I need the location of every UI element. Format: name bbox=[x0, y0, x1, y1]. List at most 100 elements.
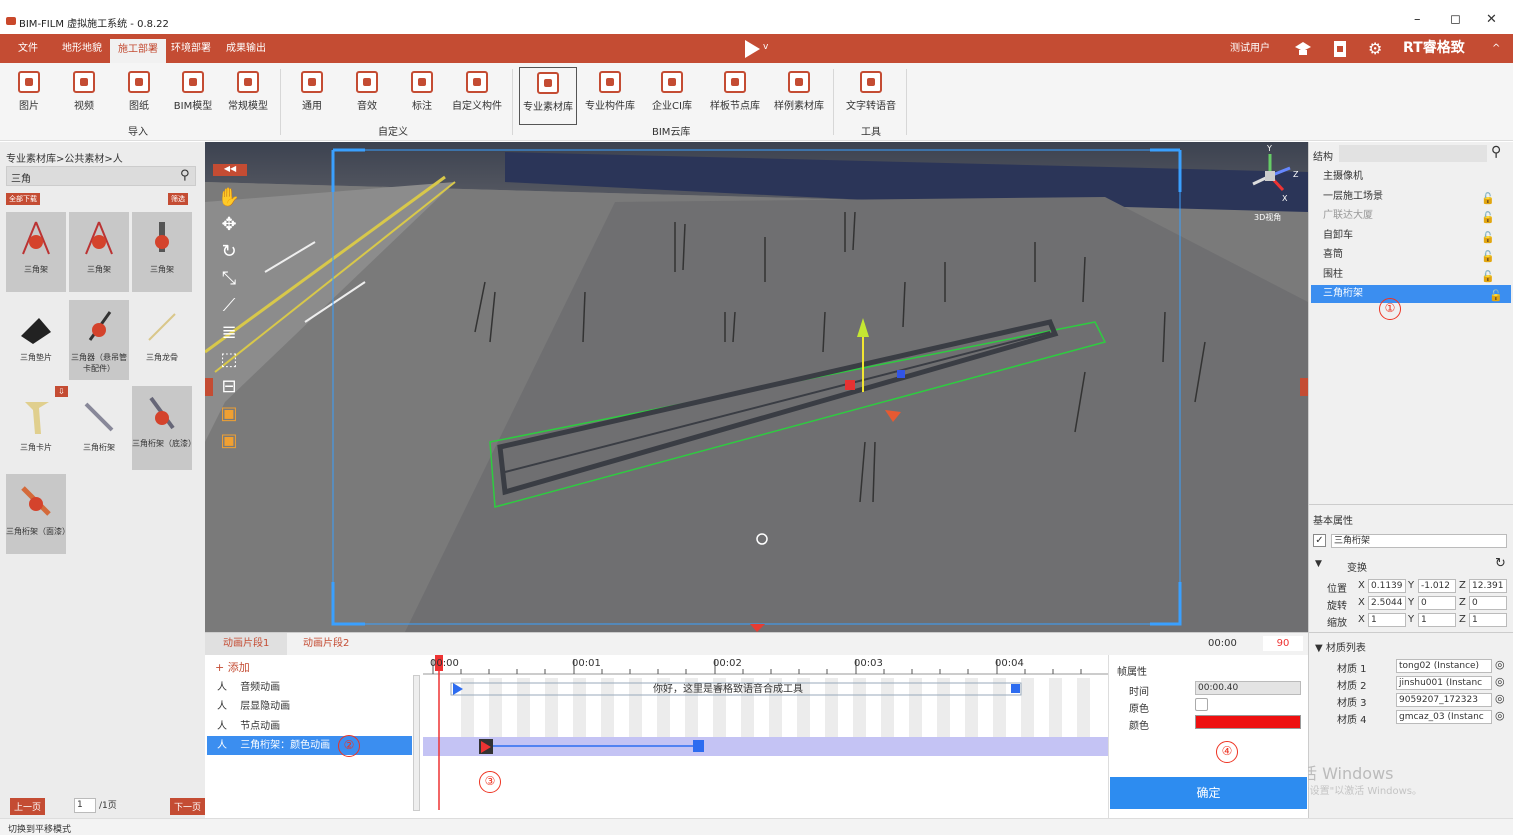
download-all-button[interactable]: 全部下载 bbox=[6, 193, 40, 205]
tool-node-library[interactable]: 样板节点库 bbox=[706, 71, 764, 112]
search-icon[interactable]: ⚲ bbox=[180, 168, 190, 183]
tool-professional-library[interactable]: 专业素材库 bbox=[519, 67, 577, 125]
frame-count-input[interactable]: 90 bbox=[1263, 636, 1303, 651]
material-1-field[interactable]: tong02 (Instance) bbox=[1396, 659, 1492, 673]
reset-icon[interactable]: ↻ bbox=[1495, 556, 1506, 571]
material-2-field[interactable]: jinshu001 (Instanc bbox=[1396, 676, 1492, 690]
orig-color-checkbox[interactable] bbox=[1195, 698, 1208, 711]
graduation-cap-icon[interactable] bbox=[1295, 41, 1311, 57]
tool-image[interactable]: 图片 bbox=[0, 71, 58, 112]
layers-icon[interactable]: ≣ bbox=[215, 319, 243, 346]
close-button[interactable]: ✕ bbox=[1486, 12, 1497, 27]
asset-item[interactable]: 三角龙骨 bbox=[132, 300, 192, 380]
menu-construction[interactable]: 施工部署 bbox=[110, 39, 166, 63]
scale-z-input[interactable]: 1 bbox=[1469, 613, 1507, 627]
position-y-input[interactable]: -1.012 bbox=[1418, 579, 1456, 593]
collapse-icon[interactable]: ^ bbox=[1492, 34, 1500, 63]
rotation-x-input[interactable]: 2.5044 bbox=[1368, 596, 1406, 610]
move-icon[interactable]: ✥ bbox=[215, 211, 243, 238]
maximize-button[interactable]: ◻ bbox=[1450, 12, 1461, 27]
tool-bim-model[interactable]: BIM模型 bbox=[164, 71, 222, 112]
material-3-field[interactable]: 9059207_172323 bbox=[1396, 693, 1492, 707]
tree-item-cylinder[interactable]: 喜筒 🔓 bbox=[1323, 246, 1503, 264]
tree-item-column[interactable]: 围柱 🔓 bbox=[1323, 266, 1503, 284]
track-layer-visibility[interactable]: 人 层显隐动画 bbox=[217, 697, 412, 716]
asset-item[interactable]: 三角架 bbox=[132, 212, 192, 292]
tree-item-truck[interactable]: 自卸车 🔓 bbox=[1323, 227, 1503, 245]
lock-icon[interactable]: 🔓 bbox=[1481, 190, 1495, 208]
tab-clip-2[interactable]: 动画片段2 bbox=[285, 633, 367, 655]
asset-item[interactable]: 三角桁架（底漆） bbox=[132, 386, 196, 470]
minimize-button[interactable]: – bbox=[1414, 12, 1421, 27]
collapse-tools-button[interactable]: ◀◀ bbox=[213, 164, 247, 176]
tool-custom-component[interactable]: 自定义构件 bbox=[448, 71, 506, 112]
3d-viewport[interactable]: ◀◀ ✋ ✥ ↻ ⤡ ⟋ ≣ ⬚ ⊟ ▣ ▣ Y Z X 3D视角 bbox=[205, 142, 1308, 632]
left-collapse-handle[interactable] bbox=[205, 378, 213, 396]
tree-item-building[interactable]: 广联达大厦 🔓 bbox=[1323, 207, 1503, 225]
menu-output[interactable]: 成果输出 bbox=[218, 34, 274, 63]
menu-file[interactable]: 文件 bbox=[10, 34, 46, 63]
group-select-icon[interactable]: ▣ bbox=[215, 427, 243, 454]
hand-icon[interactable]: ✋ bbox=[215, 184, 243, 211]
next-page-button[interactable]: 下一页 bbox=[170, 798, 205, 815]
object-name-input[interactable]: 三角桁架 bbox=[1331, 534, 1507, 548]
material-picker-icon[interactable]: ◎ bbox=[1495, 692, 1505, 705]
select-box-icon[interactable]: ▣ bbox=[215, 400, 243, 427]
right-collapse-handle[interactable] bbox=[1300, 378, 1308, 396]
time-input[interactable]: 00:00.40 bbox=[1195, 681, 1301, 695]
filter-button[interactable]: 筛选 bbox=[168, 193, 188, 205]
tool-ci-library[interactable]: 企业CI库 bbox=[643, 71, 701, 112]
prev-page-button[interactable]: 上一页 bbox=[10, 798, 46, 815]
search-input[interactable]: 三角 bbox=[6, 166, 196, 186]
asset-item[interactable]: 三角垫片 bbox=[6, 300, 66, 380]
confirm-button[interactable]: 确定 bbox=[1110, 777, 1307, 809]
visible-checkbox[interactable]: ✓ bbox=[1313, 534, 1326, 547]
page-input[interactable]: 1 bbox=[74, 798, 96, 813]
track-truss-color[interactable]: 人 三角桁架：颜色动画 bbox=[207, 736, 412, 755]
gear-icon[interactable]: ⚙ bbox=[1368, 34, 1382, 63]
lock-icon[interactable]: 🔓 bbox=[1481, 268, 1495, 286]
scale-icon[interactable]: ⤡ bbox=[215, 265, 243, 292]
tree-item-camera[interactable]: 主摄像机 bbox=[1323, 168, 1503, 186]
measure-icon[interactable]: ⟋ bbox=[215, 292, 243, 319]
materials-title[interactable]: ▼ 材质列表 bbox=[1315, 639, 1366, 654]
asset-item[interactable]: 三角架 bbox=[6, 212, 66, 292]
frame-icon[interactable]: ⬚ bbox=[215, 346, 243, 373]
play-dropdown-icon[interactable]: v bbox=[763, 42, 768, 52]
tool-sound[interactable]: 音效 bbox=[338, 71, 396, 112]
tree-item-truss[interactable]: 三角桁架 🔓 bbox=[1311, 285, 1511, 303]
asset-item[interactable]: 三角器（悬吊管卡配件） bbox=[69, 300, 129, 380]
lock-icon[interactable]: 🔓 bbox=[1481, 248, 1495, 266]
scale-y-input[interactable]: 1 bbox=[1418, 613, 1456, 627]
asset-item[interactable]: 三角卡片 bbox=[6, 390, 66, 470]
asset-item[interactable]: 三角桁架（面漆） bbox=[6, 474, 70, 554]
structure-search-input[interactable] bbox=[1339, 145, 1487, 162]
material-picker-icon[interactable]: ◎ bbox=[1495, 709, 1505, 722]
tool-video[interactable]: 视频 bbox=[55, 71, 113, 112]
position-x-input[interactable]: 0.1139 bbox=[1368, 579, 1406, 593]
tool-text-to-speech[interactable]: 文字转语音 bbox=[840, 71, 902, 112]
search-icon[interactable]: ⚲ bbox=[1491, 144, 1501, 160]
asset-item[interactable]: 三角架 bbox=[69, 212, 129, 292]
track-scrollbar[interactable] bbox=[413, 675, 420, 811]
tool-sample-library[interactable]: 样例素材库 bbox=[770, 71, 828, 112]
lock-icon[interactable]: 🔓 bbox=[1489, 287, 1503, 305]
tool-general-model[interactable]: 常规模型 bbox=[219, 71, 277, 112]
play-icon[interactable] bbox=[745, 40, 760, 58]
color-picker[interactable] bbox=[1195, 715, 1301, 729]
user-name[interactable]: 测试用户 bbox=[1230, 34, 1270, 63]
document-icon[interactable] bbox=[1333, 40, 1347, 58]
tool-drawing[interactable]: 图纸 bbox=[110, 71, 168, 112]
add-track-button[interactable]: + 添加 bbox=[215, 659, 250, 675]
lock-icon[interactable]: 🔓 bbox=[1481, 229, 1495, 247]
material-4-field[interactable]: gmcaz_03 (Instanc bbox=[1396, 710, 1492, 724]
position-z-input[interactable]: 12.391 bbox=[1469, 579, 1507, 593]
rotate-icon[interactable]: ↻ bbox=[215, 238, 243, 265]
tool-component-library[interactable]: 专业构件库 bbox=[581, 71, 639, 112]
track-node[interactable]: 人 节点动画 bbox=[217, 717, 412, 736]
material-picker-icon[interactable]: ◎ bbox=[1495, 675, 1505, 688]
track-audio[interactable]: 人 音频动画 bbox=[217, 678, 412, 697]
tree-item-scene[interactable]: 一层施工场景 🔓 bbox=[1323, 188, 1503, 206]
scale-x-input[interactable]: 1 bbox=[1368, 613, 1406, 627]
tool-general[interactable]: 通用 bbox=[283, 71, 341, 112]
